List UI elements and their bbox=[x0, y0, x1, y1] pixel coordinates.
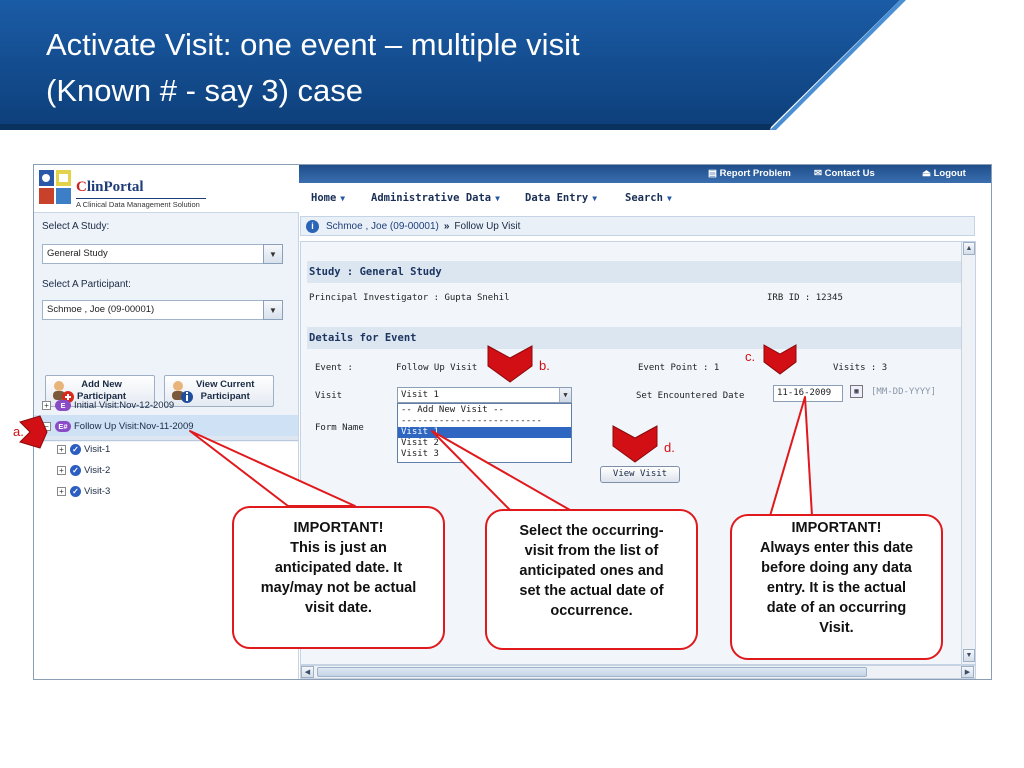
callout-select-visit: Select the occurring- visit from the lis… bbox=[485, 509, 698, 650]
callout-select-visit-text: Select the occurring- visit from the lis… bbox=[519, 523, 664, 619]
chevron-down-icon bbox=[763, 344, 797, 375]
callout-pointer-right bbox=[769, 396, 813, 517]
marker-a: a. bbox=[13, 424, 24, 439]
chevron-right-icon bbox=[19, 415, 48, 449]
callout-pointer-middle bbox=[431, 430, 571, 511]
slide: Activate Visit: one event – multiple vis… bbox=[0, 0, 1024, 768]
callout-enter-date-text: IMPORTANT! Always enter this date before… bbox=[759, 520, 914, 636]
marker-c: c. bbox=[745, 349, 756, 364]
chevron-down-icon bbox=[487, 345, 533, 383]
chevron-down-icon bbox=[612, 425, 658, 463]
callout-anticipated-date-text: IMPORTANT! This is just an anticipated d… bbox=[260, 520, 417, 616]
marker-d: d. bbox=[664, 440, 675, 455]
callout-enter-date: IMPORTANT! Always enter this date before… bbox=[730, 514, 943, 660]
callout-anticipated-date: IMPORTANT! This is just an anticipated d… bbox=[232, 506, 445, 649]
callout-pointer-left bbox=[189, 430, 356, 507]
marker-b: b. bbox=[539, 358, 550, 373]
